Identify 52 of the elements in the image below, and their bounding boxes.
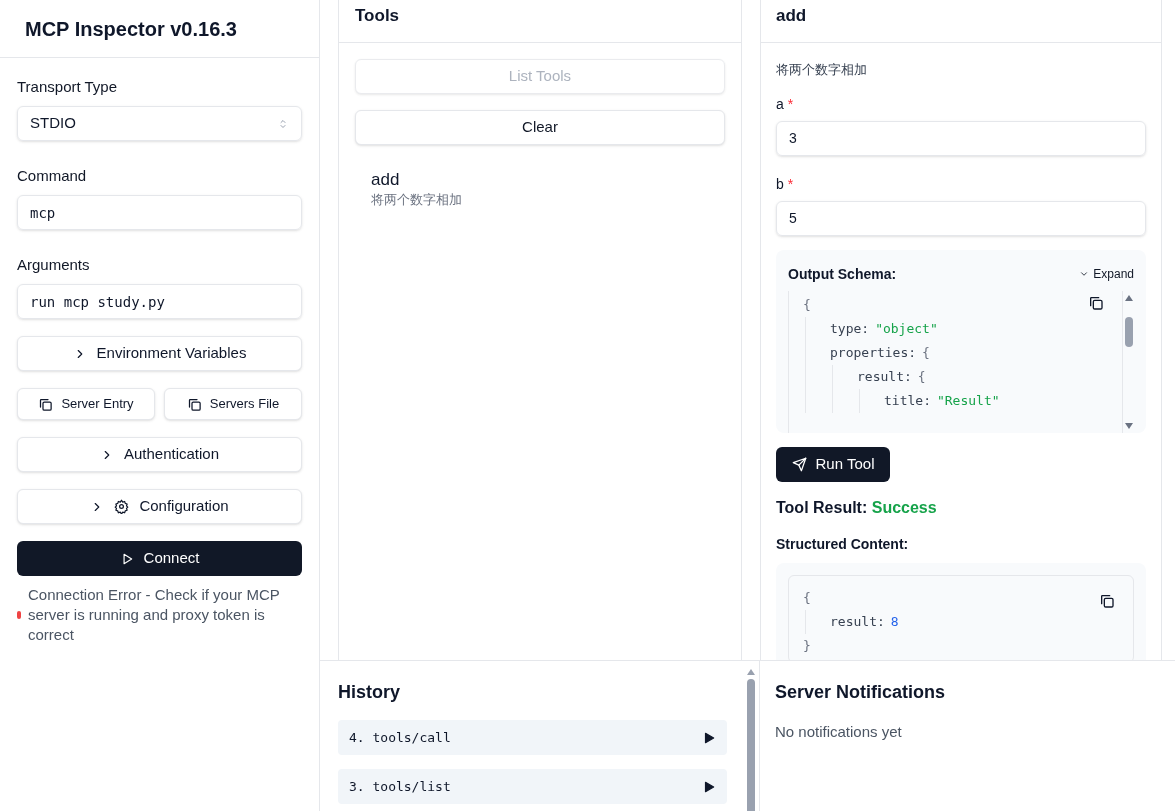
- param-field[interactable]: 3: [776, 120, 1146, 156]
- run-tool-button[interactable]: Run Tool: [776, 446, 890, 482]
- code-line: result: 8: [830, 612, 899, 631]
- section-title: Output Schema:: [788, 264, 897, 284]
- code-line: title: "Result": [884, 391, 1000, 410]
- section-title: Server Notifications: [775, 681, 947, 704]
- code-line: properties: {: [830, 343, 930, 362]
- chevron-updown-icon: [277, 117, 289, 130]
- play-icon: [702, 730, 716, 745]
- section-title: History: [338, 681, 401, 704]
- history-entry[interactable]: 3. tools/list: [338, 769, 727, 804]
- environment-variables-button[interactable]: Environment Variables: [17, 336, 302, 371]
- param-label: b *: [776, 174, 794, 194]
- tool-description: 将两个数字相加: [371, 191, 462, 209]
- scrollbar[interactable]: [1122, 290, 1134, 433]
- copy-icon: [38, 396, 54, 412]
- field-label: Command: [17, 166, 88, 186]
- code-line: }: [803, 636, 811, 655]
- copy-button[interactable]: Server Entry: [17, 388, 155, 420]
- expand-button[interactable]: Expand: [1079, 265, 1134, 283]
- error-message: Connection Error - Check if your MCP server is running and proxy token is correct: [28, 585, 281, 645]
- code-line: type: "object": [830, 319, 938, 338]
- settings-icon: [114, 499, 130, 514]
- panel-title: Tools: [355, 5, 401, 27]
- param-label: a *: [776, 94, 794, 114]
- copy-icon: [186, 396, 202, 412]
- send-icon: [791, 456, 807, 472]
- connect-button[interactable]: Connect: [17, 541, 302, 576]
- copy-icon: [1099, 592, 1115, 609]
- tool-result: Tool Result: Success: [776, 497, 938, 518]
- app-title: MCP Inspector v0.16.3: [25, 16, 237, 42]
- code-line: result: {: [857, 367, 926, 386]
- arguments-field[interactable]: run mcp_study.py: [17, 284, 302, 319]
- section-title: Structured Content:: [776, 534, 910, 554]
- transport-select[interactable]: STDIO: [17, 106, 302, 141]
- code-line: {: [803, 295, 811, 314]
- tool-action-button[interactable]: Clear: [355, 110, 725, 145]
- panel-title: add: [776, 5, 808, 27]
- copy-icon: [1088, 294, 1104, 311]
- command-field[interactable]: mcp: [17, 195, 302, 230]
- field-label: Arguments: [17, 255, 91, 275]
- copy-button[interactable]: Servers File: [164, 388, 302, 420]
- history-entry[interactable]: 4. tools/call: [338, 720, 727, 755]
- play-icon: [702, 779, 716, 794]
- empty-message: No notifications yet: [775, 722, 903, 742]
- tool-name[interactable]: add: [371, 169, 400, 191]
- authentication-button[interactable]: Authentication: [17, 437, 302, 472]
- configuration-button[interactable]: Configuration: [17, 489, 302, 524]
- code-line: {: [803, 588, 811, 607]
- tool-description: 将两个数字相加: [776, 61, 868, 79]
- field-label: Transport Type: [17, 77, 119, 97]
- param-field[interactable]: 5: [776, 200, 1146, 236]
